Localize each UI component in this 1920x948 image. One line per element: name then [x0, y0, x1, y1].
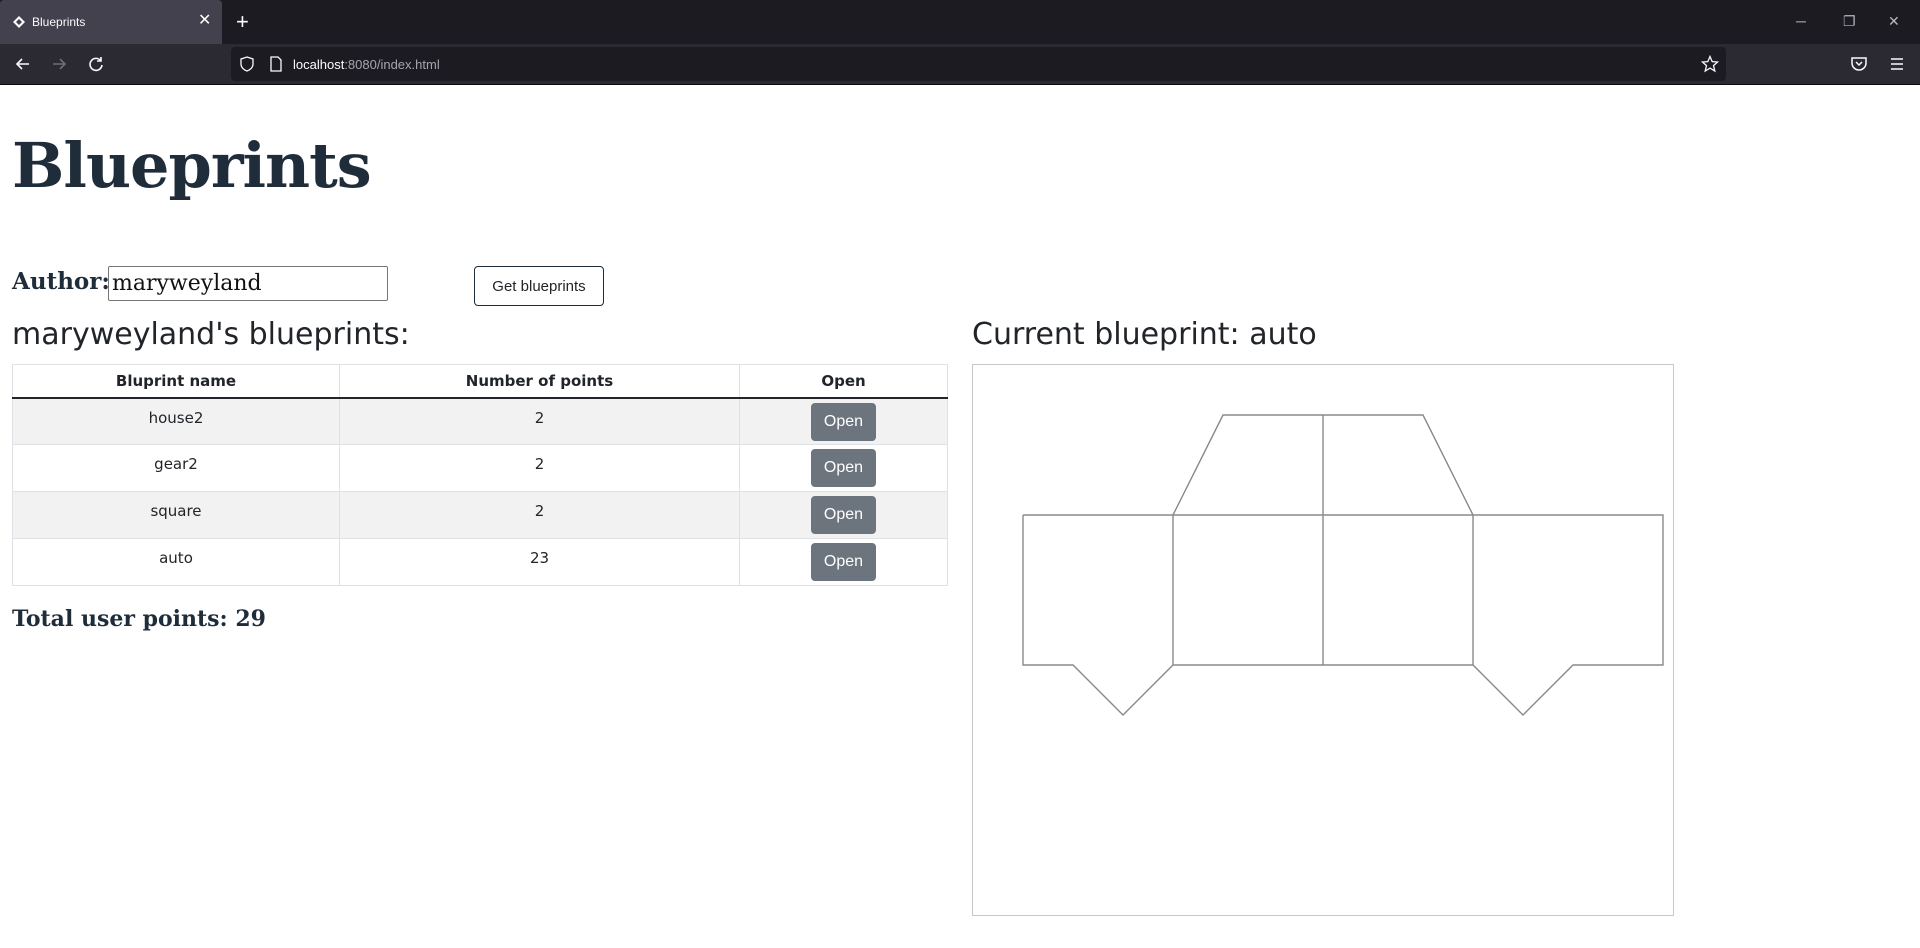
points-cell: 2	[339, 397, 740, 445]
page-title: Blueprints	[12, 129, 372, 202]
blueprint-outline	[1022, 414, 1664, 716]
open-button[interactable]: Open	[811, 449, 876, 487]
table-header-row: Bluprint name Number of points Open	[12, 364, 948, 399]
open-button[interactable]: Open	[811, 496, 876, 534]
column-header-open: Open	[739, 364, 948, 399]
blueprint-name-cell: gear2	[12, 444, 340, 492]
page-icon	[270, 56, 282, 72]
url-bar[interactable]: localhost:8080/index.html	[231, 47, 1726, 81]
url-text[interactable]: localhost:8080/index.html	[293, 57, 440, 72]
blueprints-list-title: maryweyland's blueprints:	[12, 317, 410, 352]
bookmark-star-icon[interactable]	[1701, 55, 1719, 73]
open-cell: Open	[739, 538, 948, 586]
current-blueprint-title: Current blueprint: auto	[972, 317, 1317, 352]
menu-icon[interactable]	[1886, 53, 1908, 75]
restore-icon[interactable]: ❐	[1843, 12, 1856, 30]
author-input[interactable]	[108, 266, 388, 301]
forward-arrow-icon[interactable]	[48, 53, 70, 75]
open-button[interactable]: Open	[811, 543, 876, 581]
table-row: gear2 2 Open	[12, 444, 948, 492]
open-cell: Open	[739, 444, 948, 492]
points-cell: 23	[339, 538, 740, 586]
pocket-icon[interactable]	[1848, 53, 1870, 75]
back-arrow-icon[interactable]	[12, 53, 34, 75]
points-cell: 2	[339, 444, 740, 492]
open-cell: Open	[739, 491, 948, 539]
get-blueprints-button[interactable]: Get blueprints	[474, 266, 604, 306]
browser-tab-bar: Blueprints ✕ + ─ ❐ ✕	[0, 0, 1920, 44]
browser-tab[interactable]: Blueprints ✕	[0, 0, 222, 44]
reload-icon[interactable]	[85, 53, 107, 75]
blueprint-name-cell: auto	[12, 538, 340, 586]
window-close-icon[interactable]: ✕	[1888, 12, 1900, 30]
blueprint-name-cell: house2	[12, 397, 340, 445]
url-path: :8080/index.html	[344, 57, 440, 72]
blueprints-table: Bluprint name Number of points Open hous…	[12, 364, 948, 586]
table-row: square 2 Open	[12, 491, 948, 539]
tab-favicon-icon	[13, 16, 25, 28]
open-button[interactable]: Open	[811, 402, 876, 441]
shield-icon[interactable]	[239, 56, 255, 72]
points-cell: 2	[339, 491, 740, 539]
open-cell: Open	[739, 397, 948, 445]
blueprint-drawing	[1022, 414, 1664, 716]
total-points-label: Total user points: 29	[12, 606, 266, 632]
blueprint-name-cell: square	[12, 491, 340, 539]
minimize-icon[interactable]: ─	[1796, 12, 1806, 30]
new-tab-icon[interactable]: +	[236, 10, 249, 34]
blueprint-canvas[interactable]	[972, 364, 1674, 916]
tab-title: Blueprints	[32, 15, 86, 29]
blueprints-list-title-text: maryweyland's blueprints:	[12, 317, 410, 352]
author-label: Author:	[12, 268, 110, 295]
tab-close-icon[interactable]: ✕	[198, 12, 211, 30]
column-header-name: Bluprint name	[12, 364, 340, 399]
browser-nav-bar: localhost:8080/index.html	[0, 44, 1920, 85]
url-host: localhost	[293, 57, 345, 72]
table-row: house2 2 Open	[12, 397, 948, 445]
table-row: auto 23 Open	[12, 538, 948, 586]
column-header-points: Number of points	[339, 364, 740, 399]
page-content: Blueprints Author: Get blueprints marywe…	[0, 85, 1920, 948]
